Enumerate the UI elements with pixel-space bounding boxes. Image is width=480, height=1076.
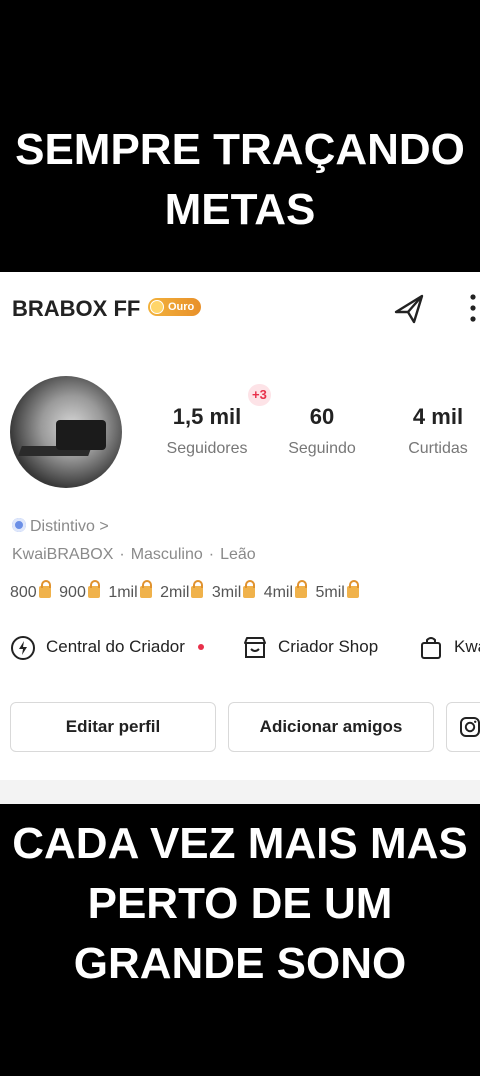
more-icon[interactable] xyxy=(466,290,480,326)
goal-value: 5mil xyxy=(315,584,345,601)
avatar-detail xyxy=(56,420,106,450)
goal-item: 800 xyxy=(10,580,55,601)
add-friends-button[interactable]: Adicionar amigos xyxy=(228,702,434,752)
meta-separator: · xyxy=(208,546,215,563)
goal-value: 1mil xyxy=(108,584,138,601)
distintivo-link[interactable]: Distintivo > xyxy=(12,518,109,536)
goal-item: 1mil xyxy=(108,580,155,601)
profile-meta: KwaiBRABOX · Masculino · Leão xyxy=(12,546,256,564)
profile-name: BRABOX FF xyxy=(12,296,141,321)
edit-profile-button[interactable]: Editar perfil xyxy=(10,702,216,752)
lock-icon xyxy=(38,580,51,598)
likes-label: Curtidas xyxy=(408,440,468,457)
creator-center-link[interactable]: Central do Criador xyxy=(10,632,220,662)
goal-value: 900 xyxy=(59,584,86,601)
bottom-caption: CADA VEZ MAIS MAS PERTO DE UM GRANDE SON… xyxy=(0,814,480,994)
following-stat[interactable]: 60 Seguindo xyxy=(282,402,362,462)
shopping-bag-icon xyxy=(421,637,441,659)
goal-item: 4mil xyxy=(263,580,311,601)
lightning-icon xyxy=(11,636,35,660)
panel-divider xyxy=(0,780,480,804)
goal-item: 3mil xyxy=(211,580,259,601)
likes-count: 4 mil xyxy=(412,404,464,429)
followers-count: 1,5 mil xyxy=(172,404,242,429)
followers-stat[interactable]: 1,5 mil Seguidores xyxy=(158,402,256,462)
distintivo-label: Distintivo > xyxy=(30,518,109,535)
lock-icon xyxy=(295,580,308,598)
goal-value: 4mil xyxy=(263,584,294,601)
following-count: 60 xyxy=(309,404,335,429)
followers-label: Seguidores xyxy=(166,440,248,457)
likes-stat[interactable]: 4 mil Curtidas xyxy=(400,402,476,462)
bio-goals: 800 900 1mil 2mil 3mil 4mil 5mil xyxy=(10,580,363,602)
goal-value: 2mil xyxy=(160,584,190,601)
goal-item: 5mil xyxy=(315,580,363,601)
following-label: Seguindo xyxy=(288,440,356,457)
profile-panel: BRABOX FF Ouro +3 1,5 mil Seguidores 60 … xyxy=(0,272,480,804)
shop-icon xyxy=(244,637,266,658)
lock-icon xyxy=(87,580,100,598)
goal-item: 2mil xyxy=(160,580,207,601)
lock-icon xyxy=(139,580,152,598)
caption-line: PERTO DE UM xyxy=(87,879,393,928)
tier-badge[interactable]: Ouro xyxy=(148,298,202,316)
kwai-id: KwaiBRABOX xyxy=(12,546,114,563)
lock-icon xyxy=(346,580,359,598)
lock-icon xyxy=(191,580,204,598)
coin-icon xyxy=(150,300,164,314)
goal-item: 900 xyxy=(59,580,104,601)
instagram-icon xyxy=(460,717,480,737)
instagram-button[interactable] xyxy=(446,702,480,752)
kwai-shop-link[interactable]: Kwa xyxy=(418,632,480,662)
kwai-shop-label: Kwa xyxy=(454,637,480,656)
caption-line: SEMPRE TRAÇANDO xyxy=(15,125,465,174)
gender: Masculino xyxy=(130,546,203,563)
tier-badge-label: Ouro xyxy=(168,301,195,313)
caption-line: GRANDE SONO xyxy=(73,939,407,988)
creator-shop-link[interactable]: Criador Shop xyxy=(242,632,412,662)
goal-value: 800 xyxy=(10,584,37,601)
goal-value: 3mil xyxy=(211,584,242,601)
lock-icon xyxy=(243,580,256,598)
caption-line: METAS xyxy=(164,185,316,234)
zodiac-sign: Leão xyxy=(220,546,256,563)
avatar[interactable] xyxy=(10,376,122,488)
caption-line: CADA VEZ MAIS MAS xyxy=(12,819,468,868)
share-icon[interactable] xyxy=(392,290,428,326)
top-caption: SEMPRE TRAÇANDO METAS xyxy=(0,120,480,240)
meta-separator: · xyxy=(119,546,125,563)
distintivo-icon xyxy=(12,518,26,532)
notification-dot xyxy=(198,644,204,650)
creator-center-label: Central do Criador xyxy=(46,637,185,656)
creator-shop-label: Criador Shop xyxy=(278,637,379,656)
